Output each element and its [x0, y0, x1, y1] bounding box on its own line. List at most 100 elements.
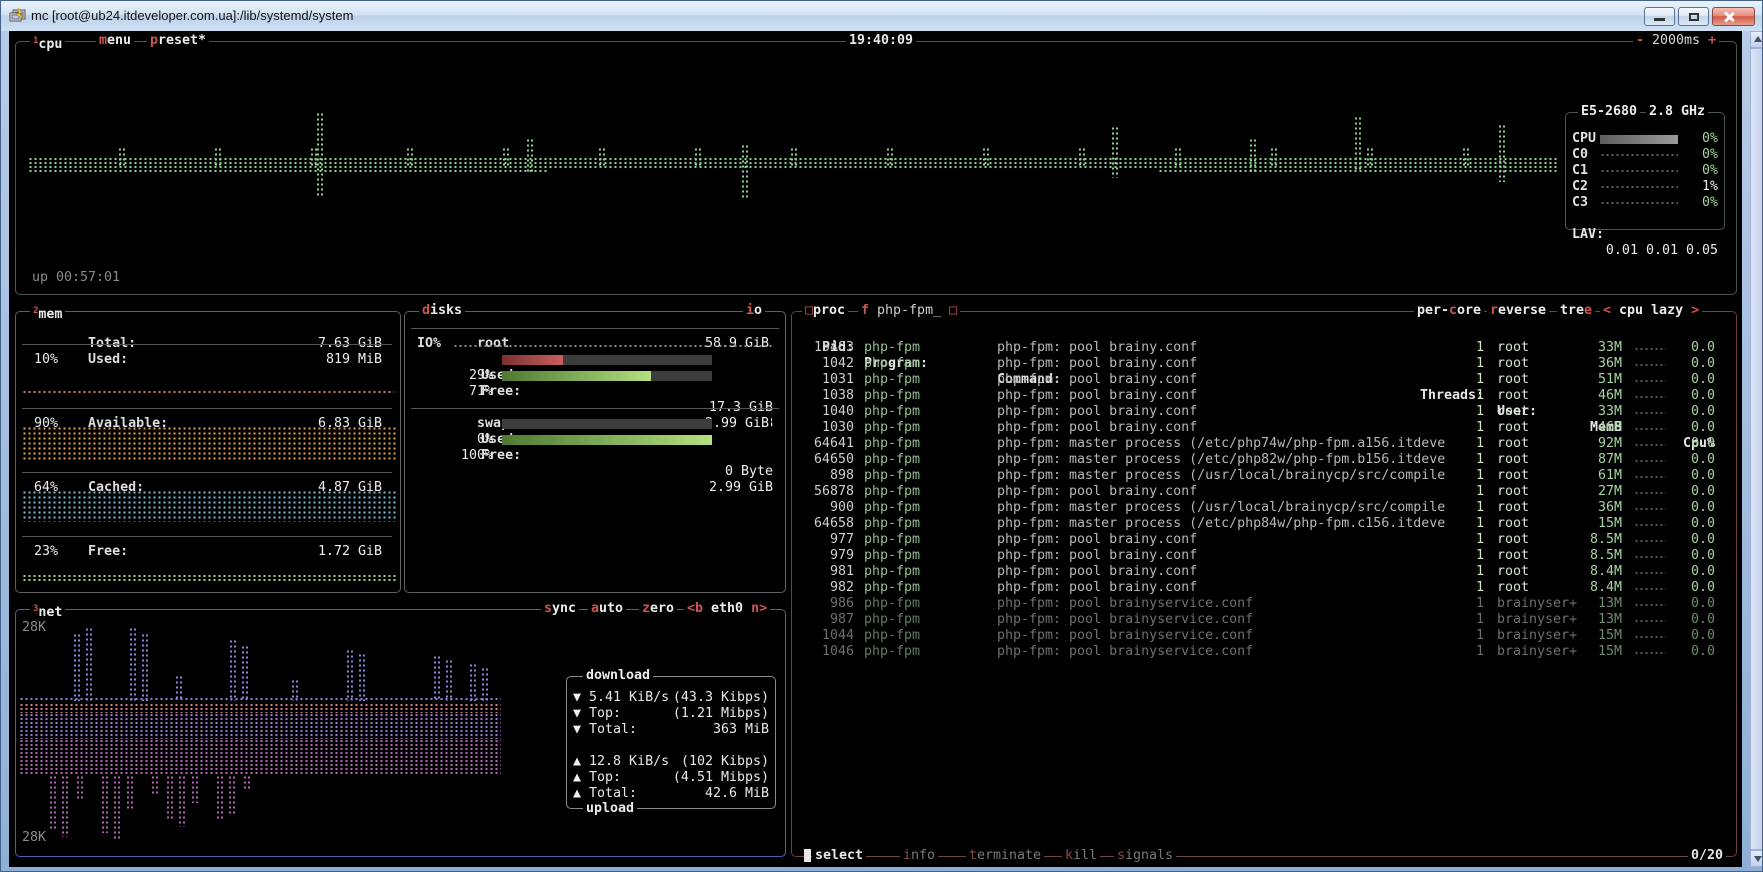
process-footer: select info terminate kill signals 0/20 [792, 848, 1736, 864]
scroll-up-button[interactable] [1750, 31, 1763, 48]
mem-total-row: Total:7.63 GiB [22, 320, 394, 336]
mem-cached-row: Cached:4.87 GiB [22, 464, 394, 480]
scroll-up-icon [1754, 36, 1762, 42]
mem-used-row: Used:819 MiB [22, 336, 394, 352]
mem-free-pct: 23% [34, 544, 58, 560]
close-button[interactable] [1712, 7, 1755, 26]
download-label: download [583, 668, 653, 684]
select-button[interactable]: select [812, 848, 866, 864]
cpu-usage-graph [16, 42, 1736, 294]
io-mode-button[interactable]: io [743, 303, 765, 319]
window-title: mc [root@ub24.itdeveloper.com.ua]:/lib/s… [31, 8, 353, 23]
disk-root-io-row: IO% [417, 336, 441, 352]
cpu-panel: 1cpu menu preset* 19:40:09 - 2000ms + E5… [15, 41, 1737, 295]
process-row[interactable]: 1046php-fpmphp-fpm: pool brainyservice.c… [792, 644, 1736, 660]
mem-used-pct: 10% [34, 352, 58, 368]
disks-panel-title: disks [419, 303, 465, 319]
maximize-button[interactable] [1678, 7, 1709, 26]
process-row[interactable]: 64641php-fpmphp-fpm: master process (/et… [792, 436, 1736, 452]
select-cursor [804, 849, 811, 862]
process-row[interactable]: 987php-fpmphp-fpm: pool brainyservice.co… [792, 612, 1736, 628]
mem-free-row: Free:1.72 GiB [22, 528, 394, 544]
process-row[interactable]: 1030php-fpmphp-fpm: pool brainy.conf1roo… [792, 420, 1736, 436]
net-scale-bottom: 28K [22, 830, 46, 846]
cpu-meter-row: C21% [1566, 179, 1724, 195]
download-speed-row: ▼ 5.41 KiB/s(43.3 Kibps) [573, 690, 771, 706]
process-row[interactable]: 982php-fpmphp-fpm: pool brainy.conf1root… [792, 580, 1736, 596]
net-iface-prev[interactable]: <b [687, 601, 703, 616]
process-row[interactable]: 1042php-fpmphp-fpm: pool brainy.conf1roo… [792, 356, 1736, 372]
upload-label: upload [583, 801, 637, 817]
putty-icon [9, 7, 27, 25]
net-sync-button[interactable]: sync [541, 601, 579, 617]
putty-window: mc [root@ub24.itdeveloper.com.ua]:/lib/s… [0, 0, 1763, 872]
disk-root-io-graph [453, 344, 773, 348]
cpu-meter-row: C00% [1566, 147, 1724, 163]
maximize-icon [1689, 13, 1699, 21]
net-stats-box: download ▼ 5.41 KiB/s(43.3 Kibps) ▼ Top:… [566, 676, 776, 809]
load-average-values: 0.01 0.01 0.05 [1606, 243, 1718, 259]
cpu-meter-row: CPU0% [1566, 131, 1724, 147]
minimize-button[interactable] [1644, 7, 1675, 26]
upload-speed-row: ▲ 12.8 KiB/s(102 Kibps) [573, 754, 771, 770]
scrollbar[interactable] [1750, 31, 1763, 867]
scroll-down-button[interactable] [1750, 850, 1763, 867]
kill-button[interactable]: kill [1062, 848, 1100, 864]
mem-available-graph [22, 426, 396, 462]
process-row[interactable]: 56878php-fpmphp-fpm: pool brainy.conf1ro… [792, 484, 1736, 500]
process-row[interactable]: 898php-fpmphp-fpm: master process (/usr/… [792, 468, 1736, 484]
process-row[interactable]: 1044php-fpmphp-fpm: pool brainyservice.c… [792, 628, 1736, 644]
cpu-meter-row: C10% [1566, 163, 1724, 179]
process-counter: 0/20 [1688, 848, 1726, 864]
mem-cached-graph [22, 490, 396, 522]
net-scale-top: 28K [22, 620, 46, 636]
memory-panel: 2mem Total:7.63 GiB Used:819 MiB 10% Ava… [15, 311, 401, 593]
process-row[interactable]: 15483php-fpmphp-fpm: pool brainy.conf1ro… [792, 340, 1736, 356]
net-zero-button[interactable]: zero [639, 601, 677, 617]
scroll-down-icon [1754, 856, 1762, 862]
upload-total-row: ▲ Total:42.6 MiB [573, 786, 771, 802]
process-row[interactable]: 64658php-fpmphp-fpm: master process (/et… [792, 516, 1736, 532]
window-titlebar: mc [root@ub24.itdeveloper.com.ua]:/lib/s… [1, 1, 1762, 31]
disk-root-row: root58.9 GiB [411, 320, 781, 336]
load-average-row: LAV: 0.01 0.01 0.05 [1566, 211, 1724, 227]
process-row[interactable]: 900php-fpmphp-fpm: master process (/usr/… [792, 500, 1736, 516]
net-iface-next[interactable]: n> [751, 601, 767, 616]
uptime: up 00:57:01 [32, 270, 120, 286]
mem-available-row: Available:6.83 GiB [22, 400, 394, 416]
scrollbar-thumb[interactable] [1750, 48, 1763, 850]
process-row[interactable]: 981php-fpmphp-fpm: pool brainy.conf1root… [792, 564, 1736, 580]
disk-swap-row: swap2.99 GiB [411, 400, 781, 416]
disk-swap-used-row: Used:0% 0 Byte [417, 416, 777, 432]
net-interface-switcher: <b eth0 n> [684, 601, 770, 617]
process-row[interactable]: 977php-fpmphp-fpm: pool brainy.conf1root… [792, 532, 1736, 548]
terminate-button[interactable]: terminate [966, 848, 1044, 864]
upload-top-row: ▲ Top:(4.51 Mibps) [573, 770, 771, 786]
disk-root-free-row: Free:71% 41.5 GiB [417, 368, 777, 384]
minimize-icon [1654, 18, 1665, 21]
mem-free-graph [22, 574, 396, 582]
net-auto-button[interactable]: auto [588, 601, 626, 617]
load-average-label: LAV: [1572, 227, 1604, 243]
disks-panel: disks io root58.9 GiB IO% Used:29% 17.3 … [404, 311, 786, 593]
process-row[interactable]: 1031php-fpmphp-fpm: pool brainy.conf1roo… [792, 372, 1736, 388]
download-total-row: ▼ Total:363 MiB [573, 722, 771, 738]
net-iface-name: eth0 [711, 601, 743, 616]
process-row[interactable]: 1040php-fpmphp-fpm: pool brainy.conf1roo… [792, 404, 1736, 420]
disk-swap-free-row: Free:100% 2.99 GiB [417, 432, 777, 448]
process-row[interactable]: 979php-fpmphp-fpm: pool brainy.conf1root… [792, 548, 1736, 564]
terminal: 1cpu menu preset* 19:40:09 - 2000ms + E5… [9, 31, 1742, 867]
process-panel: □proc f php-fpm_ □ per-core reverse tree… [791, 311, 1737, 857]
mem-used-graph [22, 390, 394, 395]
process-table: 15483php-fpmphp-fpm: pool brainy.conf1ro… [792, 312, 1736, 856]
signals-button[interactable]: signals [1114, 848, 1176, 864]
cpu-core-box: E5-2680 2.8 GHz CPU0%C00%C10%C21%C30% LA… [1565, 112, 1725, 230]
network-panel-title: 3net [30, 601, 65, 621]
process-row[interactable]: 986php-fpmphp-fpm: pool brainyservice.co… [792, 596, 1736, 612]
process-row[interactable]: 1038php-fpmphp-fpm: pool brainy.conf1roo… [792, 388, 1736, 404]
process-row[interactable]: 64650php-fpmphp-fpm: master process (/et… [792, 452, 1736, 468]
cpu-meter-row: C30% [1566, 195, 1724, 211]
info-button[interactable]: info [900, 848, 938, 864]
download-top-row: ▼ Top:(1.21 Mibps) [573, 706, 771, 722]
disk-root-used-row: Used:29% 17.3 GiB [417, 352, 777, 368]
